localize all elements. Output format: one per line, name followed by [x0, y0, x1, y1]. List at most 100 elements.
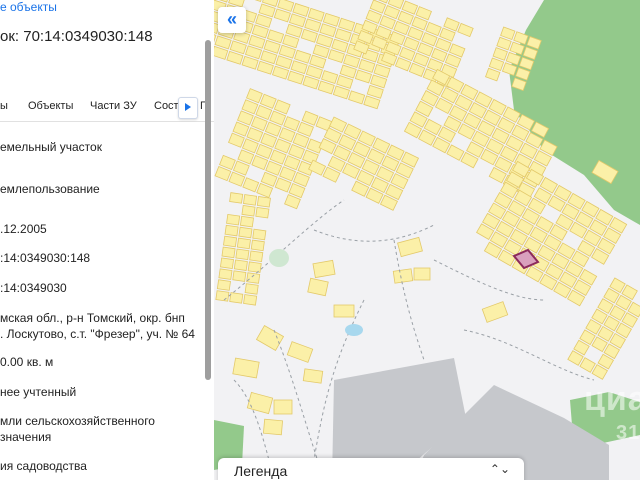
- parcel[interactable]: [366, 84, 384, 99]
- parcel[interactable]: [339, 64, 357, 79]
- parcel[interactable]: [290, 60, 308, 75]
- parcel[interactable]: [251, 24, 269, 39]
- parcel[interactable]: [321, 70, 339, 84]
- parcel[interactable]: [307, 7, 325, 22]
- parcel[interactable]: [218, 268, 233, 280]
- chevron-up-down-icon[interactable]: ⌃⌄: [490, 462, 510, 476]
- parcel[interactable]: [373, 63, 391, 78]
- parcel[interactable]: [370, 74, 388, 89]
- parcel[interactable]: [248, 34, 266, 49]
- parcel[interactable]: [224, 224, 239, 237]
- parcel[interactable]: [255, 325, 285, 351]
- parcel[interactable]: [215, 290, 230, 302]
- parcel[interactable]: [238, 226, 253, 239]
- parcel[interactable]: [247, 261, 262, 273]
- parcel[interactable]: [214, 35, 232, 50]
- parcel[interactable]: [397, 236, 423, 258]
- parcel[interactable]: [233, 259, 248, 271]
- parcel[interactable]: [300, 28, 318, 43]
- parcel[interactable]: [358, 59, 376, 73]
- parcel[interactable]: [275, 55, 293, 70]
- parcel[interactable]: [354, 69, 372, 84]
- parcel[interactable]: [229, 192, 244, 204]
- parcel[interactable]: [221, 246, 236, 259]
- parcel[interactable]: [243, 194, 258, 206]
- parcel[interactable]: [232, 357, 260, 379]
- parcel[interactable]: [216, 279, 231, 291]
- parcel[interactable]: [500, 26, 516, 41]
- parcel[interactable]: [273, 8, 291, 23]
- parcel[interactable]: [305, 65, 323, 80]
- parcel[interactable]: [457, 22, 474, 38]
- parcel[interactable]: [307, 277, 329, 297]
- parcel[interactable]: [292, 2, 310, 17]
- parcel[interactable]: [343, 54, 361, 68]
- parcel[interactable]: [244, 45, 263, 60]
- parcel[interactable]: [282, 34, 300, 49]
- parcel[interactable]: [336, 75, 354, 89]
- tab-objects[interactable]: Объекты: [28, 100, 73, 112]
- parcel[interactable]: [331, 38, 349, 53]
- parcel[interactable]: [246, 272, 261, 284]
- parcel[interactable]: [243, 294, 258, 306]
- parcel[interactable]: [229, 40, 247, 55]
- parcel[interactable]: [255, 206, 270, 219]
- cadastral-map[interactable]: циан 319282713: [214, 0, 640, 480]
- parcel[interactable]: [488, 57, 505, 72]
- parcel[interactable]: [263, 39, 281, 54]
- parcel[interactable]: [223, 235, 238, 248]
- panel-scrollbar[interactable]: [205, 40, 211, 380]
- parcel[interactable]: [255, 13, 273, 28]
- parcel[interactable]: [278, 44, 296, 59]
- parcel[interactable]: [241, 205, 256, 217]
- parcel[interactable]: [294, 49, 312, 64]
- parcel[interactable]: [285, 23, 303, 38]
- parcel[interactable]: [319, 23, 337, 38]
- parcel[interactable]: [241, 55, 259, 70]
- parcel[interactable]: [226, 213, 241, 226]
- parcel[interactable]: [317, 80, 335, 95]
- tab-info[interactable]: ы: [0, 100, 8, 112]
- parcel[interactable]: [239, 215, 254, 228]
- parcel[interactable]: [309, 54, 327, 69]
- parcel[interactable]: [304, 18, 322, 33]
- parcel[interactable]: [256, 196, 271, 208]
- parcel[interactable]: [232, 270, 247, 282]
- parcel[interactable]: [312, 44, 330, 59]
- parcel[interactable]: [446, 144, 465, 161]
- parcel[interactable]: [288, 13, 307, 28]
- parcel[interactable]: [236, 237, 251, 250]
- parcel[interactable]: [392, 268, 414, 284]
- parcel[interactable]: [262, 418, 284, 436]
- parcel[interactable]: [226, 50, 244, 65]
- parcel[interactable]: [334, 28, 352, 43]
- parcel[interactable]: [302, 75, 320, 90]
- parcel[interactable]: [481, 301, 509, 323]
- parcel[interactable]: [579, 357, 596, 373]
- parcel[interactable]: [338, 17, 356, 32]
- map-canvas[interactable]: [214, 0, 640, 480]
- parcel[interactable]: [302, 368, 324, 384]
- tab-parts[interactable]: Части ЗУ: [90, 100, 137, 112]
- parcel[interactable]: [260, 50, 278, 65]
- parcel[interactable]: [250, 239, 265, 252]
- parcel[interactable]: [496, 36, 512, 51]
- parcel[interactable]: [271, 65, 290, 80]
- parcel[interactable]: [413, 267, 431, 281]
- parcel[interactable]: [332, 85, 350, 100]
- parcel[interactable]: [246, 391, 274, 415]
- parcel[interactable]: [348, 90, 366, 105]
- parcel[interactable]: [363, 95, 381, 110]
- parcel[interactable]: [327, 49, 345, 64]
- parcel[interactable]: [219, 257, 235, 270]
- parcel[interactable]: [252, 228, 267, 241]
- parcel[interactable]: [492, 47, 508, 61]
- parcel[interactable]: [333, 304, 355, 318]
- parcel[interactable]: [249, 250, 264, 263]
- parcel[interactable]: [312, 259, 336, 279]
- parcel[interactable]: [235, 248, 250, 261]
- parcel[interactable]: [256, 60, 274, 75]
- parcel[interactable]: [258, 3, 276, 18]
- parcel[interactable]: [273, 399, 293, 415]
- parcel[interactable]: [229, 292, 244, 304]
